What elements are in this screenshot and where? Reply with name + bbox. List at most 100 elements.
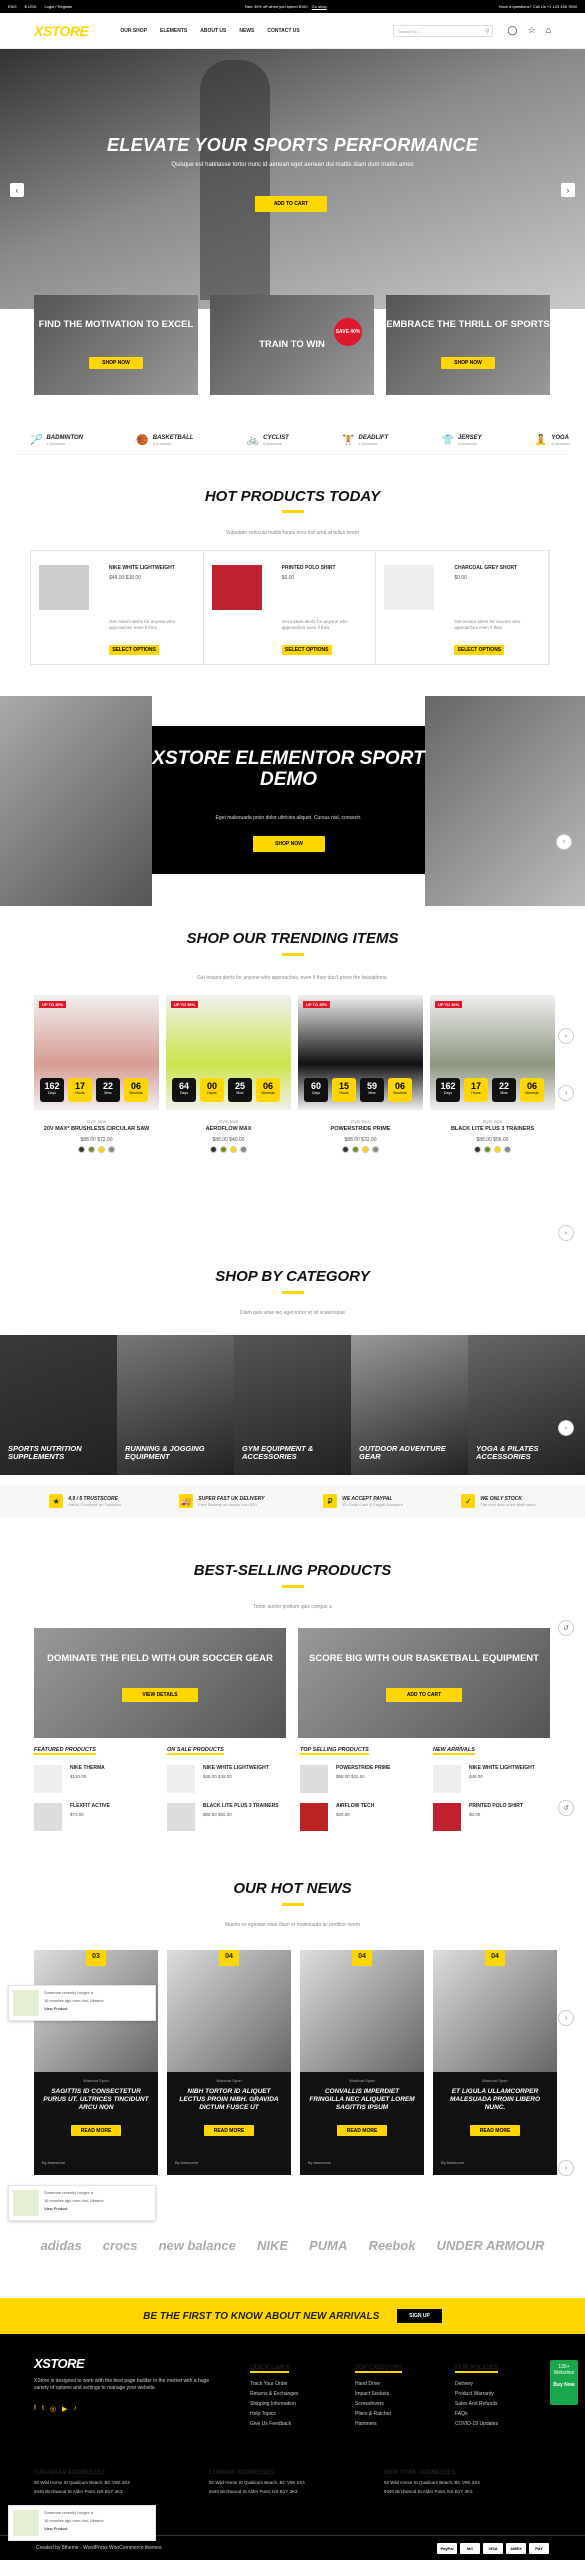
trending-product-card[interactable]: UP TO 30% 162 Days 17 Hours 22 Mins 06 Seconds Gy… — [34, 995, 159, 1225]
brand-logo[interactable]: Reebok — [368, 2238, 415, 2253]
color-swatch[interactable] — [342, 1146, 349, 1153]
sign-up-button[interactable]: SIGN UP — [397, 2309, 442, 2323]
news-title[interactable]: SAGITTIS ID CONSECTETUR PURUS UT. ULTRIC… — [34, 2088, 158, 2112]
category-tile[interactable]: OUTDOOR ADVENTURE GEAR — [351, 1335, 468, 1475]
nav-elements[interactable]: ELEMENTS — [160, 28, 187, 34]
product-name[interactable]: NIKE WHITE LIGHTWEIGHT — [109, 565, 175, 571]
news-title[interactable]: NIBH TORTOR ID ALIQUET LECTUS PROIN NIBH… — [167, 2088, 291, 2112]
view-details-button[interactable]: VIEW DETAILS — [122, 1688, 198, 1702]
category-tile[interactable]: GYM EQUIPMENT & ACCESSORIES — [234, 1335, 351, 1475]
category-cyclist[interactable]: 🚲 CYCLIST 6 products — [247, 428, 289, 452]
instagram-icon[interactable]: ◎ — [50, 2405, 56, 2413]
category-deadlift[interactable]: 🏋 DEADLIFT 6 products — [342, 428, 388, 452]
category-yoga[interactable]: 🧘 YOGA 6 products — [535, 428, 570, 452]
hero-next-arrow-icon[interactable]: › — [561, 183, 575, 197]
footer-link[interactable]: COVID-19 Updates — [455, 2421, 498, 2427]
site-logo[interactable]: XSTORE — [34, 23, 89, 39]
select-options-button[interactable]: SELECT OPTIONS — [281, 645, 332, 655]
brand-logo[interactable]: crocs — [103, 2238, 138, 2253]
product-image[interactable] — [211, 565, 262, 610]
footer-link[interactable]: Hammers — [355, 2421, 402, 2427]
category-tile[interactable]: SPORTS NUTRITION SUPPLEMENTS — [0, 1335, 117, 1475]
promo-card-thrill[interactable]: EMBRACE THE THRILL OF SPORTS SHOP NOW — [386, 295, 550, 395]
news-title[interactable]: ET LIGULA ULLAMCORPER MALESUADA PROIN LI… — [433, 2088, 557, 2112]
nav-our-shop[interactable]: OUR SHOP — [120, 28, 147, 34]
product-name[interactable]: BLACK LITE PLUS 3 TRAINERS — [203, 1803, 279, 1809]
product-name[interactable]: NIKE WHITE LIGHTWEIGHT — [469, 1765, 535, 1771]
footer-link[interactable]: Track Your Order — [250, 2381, 298, 2387]
read-more-button[interactable]: READ MORE — [470, 2125, 520, 2136]
color-swatch[interactable] — [504, 1146, 511, 1153]
select-options-button[interactable]: SELECT OPTIONS — [454, 645, 505, 655]
footer-link[interactable]: FAQs — [455, 2411, 498, 2417]
product-name[interactable]: CHARCOAL GREY SHORT — [454, 565, 517, 571]
slider-next-icon[interactable]: › — [558, 1085, 574, 1101]
list-item[interactable]: POWERSTRIDE PRIME $88.00 $32.00 — [300, 1765, 425, 1793]
slider-next-icon[interactable]: › — [558, 1225, 574, 1241]
currency-select[interactable]: $ USD — [25, 4, 37, 9]
trending-product-card[interactable]: UP TO 50% 64 Days 00 Hours 25 Mins 06 Seconds Gym… — [166, 995, 291, 1225]
hot-product-card[interactable]: NIKE WHITE LIGHTWEIGHT $48.00 $38.00 Get i… — [31, 551, 204, 664]
recent-sale-toast[interactable]: Someone recently bought a 16 minutes ago … — [8, 2505, 156, 2541]
news-tags[interactable]: Workout Sport — [167, 2078, 291, 2083]
color-swatch[interactable] — [230, 1146, 237, 1153]
category-tile[interactable]: YOGA & PILATES ACCESSORIES — [468, 1335, 585, 1475]
brand-logo[interactable]: PUMA — [309, 2238, 347, 2253]
promo-link[interactable]: Go shop — [312, 4, 327, 9]
product-category[interactable]: Gym tops — [34, 1119, 159, 1124]
product-name[interactable]: AEROFLOW MAX — [166, 1126, 291, 1132]
promo-shop-now-button[interactable]: SHOP NOW — [89, 357, 143, 369]
account-icon[interactable]: ◯ — [507, 25, 517, 36]
read-more-button[interactable]: READ MORE — [337, 2125, 387, 2136]
color-swatch[interactable] — [220, 1146, 227, 1153]
banner-soccer[interactable]: DOMINATE THE FIELD WITH OUR SOCCER GEAR … — [34, 1628, 286, 1738]
category-tile[interactable]: RUNNING & JOGGING EQUIPMENT — [117, 1335, 234, 1475]
trending-product-card[interactable]: UP TO 30% 162 Days 17 Hours 22 Mins 06 Seconds Gy… — [430, 995, 555, 1225]
footer-link[interactable]: Sales And Refunds — [455, 2401, 498, 2407]
product-thumb[interactable] — [300, 1803, 328, 1831]
news-title[interactable]: CONVALLIS IMPERDIET FRINGILLA NEC ALIQUE… — [300, 2088, 424, 2112]
promo-card-motivation[interactable]: FIND THE MOTIVATION TO EXCEL SHOP NOW — [34, 295, 198, 395]
product-name[interactable]: PRINTED POLO SHIRT — [282, 565, 336, 571]
news-image[interactable] — [300, 1950, 424, 2072]
demo-shop-now-button[interactable]: SHOP NOW — [253, 836, 325, 852]
product-thumb[interactable] — [34, 1803, 62, 1831]
search-icon[interactable]: ⚲ — [485, 28, 489, 35]
read-more-button[interactable]: READ MORE — [204, 2125, 254, 2136]
list-item[interactable]: FLEXFIT ACTIVE $73.00 — [34, 1803, 159, 1831]
slider-next-icon[interactable]: › — [558, 2010, 574, 2026]
list-item[interactable]: AIRFLOW TECH $20.00 — [300, 1803, 425, 1831]
hero-prev-arrow-icon[interactable]: ‹ — [10, 183, 24, 197]
category-jersey[interactable]: 👕 JERSEY 6 products — [441, 428, 481, 452]
color-swatch[interactable] — [98, 1146, 105, 1153]
product-name[interactable]: NIKE WHITE LIGHTWEIGHT — [203, 1765, 269, 1771]
hot-product-card[interactable]: PRINTED POLO SHIRT $0.00 Get instant alert… — [204, 551, 377, 664]
color-swatch[interactable] — [362, 1146, 369, 1153]
color-swatch[interactable] — [494, 1146, 501, 1153]
news-tags[interactable]: Workout Sport — [34, 2078, 158, 2083]
color-swatch[interactable] — [474, 1146, 481, 1153]
color-swatch[interactable] — [240, 1146, 247, 1153]
news-card[interactable]: 04 Workout Sport CONVALLIS IMPERDIET FRING… — [300, 1950, 424, 2175]
facebook-icon[interactable]: f — [34, 2405, 36, 2413]
footer-link[interactable]: Product Warranty — [455, 2391, 498, 2397]
footer-link[interactable]: Delivery — [455, 2381, 498, 2387]
brand-logo[interactable]: NIKE — [257, 2238, 288, 2253]
product-thumb[interactable] — [433, 1765, 461, 1793]
brand-logo[interactable]: new balance — [159, 2238, 236, 2253]
news-image[interactable] — [433, 1950, 557, 2072]
list-item[interactable]: NIKE THERMA $120.00 — [34, 1765, 159, 1793]
news-tags[interactable]: Workout Sport — [433, 2078, 557, 2083]
footer-link[interactable]: Give Us Feedback — [250, 2421, 298, 2427]
color-swatch[interactable] — [484, 1146, 491, 1153]
brand-logo[interactable]: adidas — [41, 2238, 82, 2253]
nav-news[interactable]: NEWS — [239, 28, 254, 34]
brand-logo[interactable]: UNDER ARMOUR — [437, 2238, 545, 2253]
nav-contact[interactable]: CONTACT US — [267, 28, 299, 34]
news-card[interactable]: 04 Workout Sport NIBH TORTOR ID ALIQUET LE… — [167, 1950, 291, 2175]
cart-icon[interactable]: ⌂ — [546, 25, 551, 36]
product-category[interactable]: Gym tops — [166, 1119, 291, 1124]
color-swatch[interactable] — [210, 1146, 217, 1153]
color-swatch[interactable] — [78, 1146, 85, 1153]
color-swatch[interactable] — [88, 1146, 95, 1153]
